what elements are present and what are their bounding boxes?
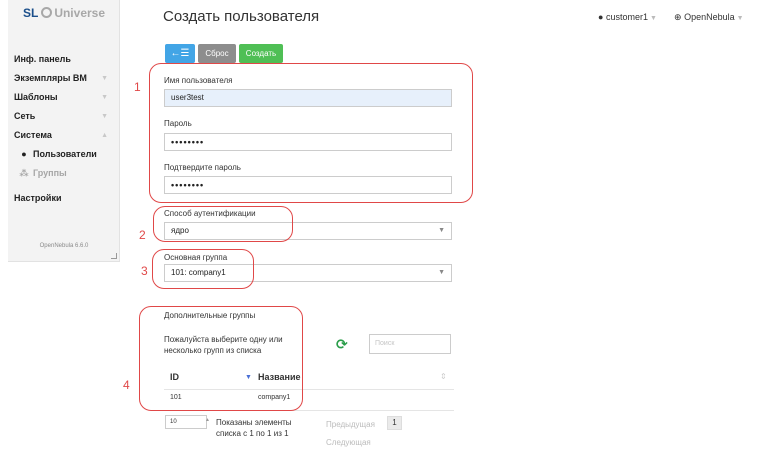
- chevron-up-icon: ▲: [101, 132, 108, 139]
- logo-sl: SL: [22, 6, 39, 20]
- chevron-down-icon: ▼: [101, 113, 108, 120]
- create-button[interactable]: Создать: [239, 44, 283, 63]
- refresh-icon[interactable]: ⟳: [336, 336, 348, 353]
- zone-name: OpenNebula: [684, 12, 735, 22]
- zone-menu[interactable]: ⊕ OpenNebula ▼: [674, 12, 744, 23]
- sidebar-item-label: Группы: [33, 168, 67, 178]
- sidebar-item-label: Сеть: [14, 111, 36, 121]
- annotation-number-1: 1: [134, 80, 141, 94]
- page-size-value: 10: [170, 419, 177, 425]
- sidebar-item-label: Настройки: [14, 193, 62, 203]
- page-title: Создать пользователя: [163, 8, 320, 25]
- sidebar-item-users[interactable]: ● Пользователи: [8, 145, 120, 164]
- highlight-box-4: [139, 306, 303, 411]
- page-number-button[interactable]: 1: [387, 416, 402, 430]
- prev-page-link[interactable]: Предыдущая: [326, 420, 375, 429]
- resize-handle[interactable]: [111, 253, 117, 259]
- sidebar-item-dashboard[interactable]: Инф. панель: [8, 50, 120, 69]
- users-group-icon: ⁂: [19, 168, 29, 178]
- sidebar-item-templates[interactable]: Шаблоны ▼: [8, 88, 120, 107]
- page-size-field[interactable]: 10 ▲: [165, 415, 210, 429]
- sidebar-item-label: Система: [14, 130, 52, 140]
- highlight-box-2: [153, 206, 293, 242]
- chevron-down-icon: ▼: [438, 269, 445, 276]
- chevron-down-icon: ▼: [101, 75, 108, 82]
- next-page-link[interactable]: Следующая: [326, 438, 371, 447]
- back-button[interactable]: ←☰: [165, 44, 195, 63]
- sidebar-item-label: Пользователи: [33, 149, 97, 159]
- chevron-down-icon: ▼: [649, 15, 657, 22]
- user-name: customer1: [605, 12, 648, 22]
- annotation-number-2: 2: [139, 228, 146, 242]
- reset-button[interactable]: Сброс: [198, 44, 236, 63]
- sidebar-item-settings[interactable]: Настройки: [8, 189, 120, 208]
- chevron-down-icon: ▼: [101, 94, 108, 101]
- logo[interactable]: SL Universe: [8, 6, 120, 20]
- chevron-down-icon: ▼: [736, 15, 744, 22]
- version-label: OpenNebula 6.6.0: [39, 243, 89, 249]
- sidebar-item-label: Экземпляры ВМ: [14, 73, 87, 83]
- sidebar-item-label: Инф. панель: [14, 54, 71, 64]
- highlight-box-1: [149, 63, 473, 203]
- sidebar-item-label: Шаблоны: [14, 92, 58, 102]
- sidebar-item-network[interactable]: Сеть ▼: [8, 107, 120, 126]
- annotation-number-3: 3: [141, 264, 148, 278]
- globe-icon: ⊕: [674, 12, 682, 22]
- sidebar-item-groups[interactable]: ⁂ Группы: [8, 164, 120, 183]
- user-menu[interactable]: ● customer1 ▼: [598, 12, 657, 22]
- sidebar-menu: Инф. панель Экземпляры ВМ ▼ Шаблоны ▼ Сеть…: [8, 50, 120, 208]
- logo-swirl-icon: [41, 7, 53, 18]
- sidebar: SL Universe Инф. панель Экземпляры ВМ ▼ Ша…: [8, 0, 120, 262]
- sidebar-item-system[interactable]: Система ▲: [8, 126, 120, 145]
- sidebar-item-vms[interactable]: Экземпляры ВМ ▼: [8, 69, 120, 88]
- user-icon: ●: [21, 149, 27, 159]
- chevron-down-icon: ▼: [438, 227, 445, 234]
- spinner-icon: ▲: [205, 417, 210, 423]
- search-input[interactable]: Поиск: [369, 334, 451, 354]
- user-icon: ●: [598, 12, 604, 22]
- pagination-info: Показаны элементы списка с 1 по 1 из 1: [216, 418, 292, 438]
- sort-icon: ⇕: [440, 372, 447, 381]
- highlight-box-3: [152, 249, 254, 289]
- logo-universe: Universe: [54, 6, 106, 20]
- annotation-number-4: 4: [123, 378, 130, 392]
